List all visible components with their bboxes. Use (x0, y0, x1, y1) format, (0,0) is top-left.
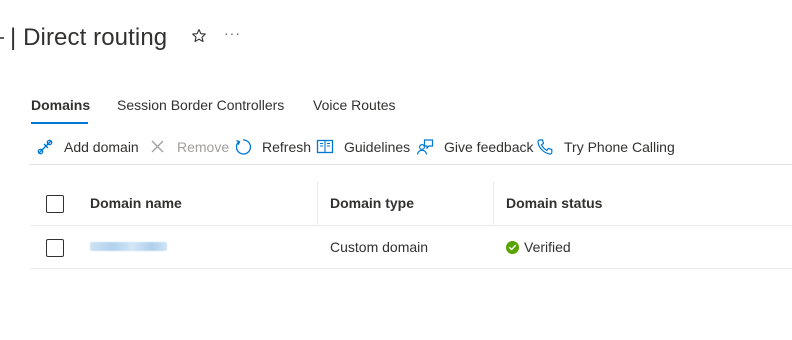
table-header: Domain name Domain type Domain status (30, 181, 792, 226)
book-icon (316, 138, 334, 156)
select-all-checkbox[interactable] (46, 195, 64, 213)
phone-icon (536, 138, 554, 156)
try-phone-calling-button[interactable]: Try Phone Calling (536, 135, 675, 159)
more-options-icon[interactable]: ··· (224, 25, 241, 41)
favorite-star-icon[interactable] (191, 28, 207, 44)
column-header-domain-status[interactable]: Domain status (506, 195, 602, 211)
column-divider[interactable] (317, 181, 318, 225)
refresh-button[interactable]: Refresh (234, 135, 311, 159)
remove-label: Remove (177, 139, 230, 155)
breadcrumb-fragment (0, 37, 4, 39)
domains-table: Domain name Domain type Domain status Cu… (30, 181, 792, 269)
domain-type-cell: Custom domain (330, 239, 429, 255)
tab-session-border-controllers[interactable]: Session Border Controllers (117, 97, 284, 113)
table-row[interactable]: Custom domain Verified (30, 226, 792, 269)
page-title: | Direct routing (10, 24, 168, 51)
command-bar: Add domain Remove Refresh Guidelines Giv… (30, 135, 792, 163)
give-feedback-label: Give feedback (444, 139, 534, 155)
give-feedback-button[interactable]: Give feedback (416, 135, 534, 159)
refresh-label: Refresh (262, 139, 312, 155)
add-domain-button[interactable]: Add domain (36, 135, 139, 159)
try-phone-calling-label: Try Phone Calling (564, 139, 675, 155)
tab-voice-routes[interactable]: Voice Routes (313, 97, 396, 113)
guidelines-button[interactable]: Guidelines (316, 135, 410, 159)
add-domain-label: Add domain (64, 139, 139, 155)
verified-check-icon (506, 240, 519, 254)
column-divider[interactable] (493, 181, 494, 225)
domain-status-label: Verified (524, 239, 571, 255)
direct-routing-page: | Direct routing ··· Domains Session Bor… (0, 0, 792, 340)
tab-domains[interactable]: Domains (31, 97, 90, 113)
row-select-checkbox[interactable] (46, 239, 64, 257)
remove-button[interactable]: Remove (149, 135, 229, 159)
domain-status-cell: Verified (506, 239, 571, 255)
page-header: | Direct routing (0, 22, 167, 54)
close-icon (149, 138, 167, 156)
link-add-icon (36, 138, 54, 156)
refresh-icon (234, 138, 252, 156)
column-header-domain-type[interactable]: Domain type (330, 195, 414, 211)
column-header-domain-name[interactable]: Domain name (90, 195, 182, 211)
toolbar-divider (30, 164, 792, 165)
feedback-icon (416, 138, 434, 156)
guidelines-label: Guidelines (344, 139, 411, 155)
domain-name-link-redacted[interactable] (90, 242, 167, 251)
active-tab-indicator (31, 122, 88, 124)
